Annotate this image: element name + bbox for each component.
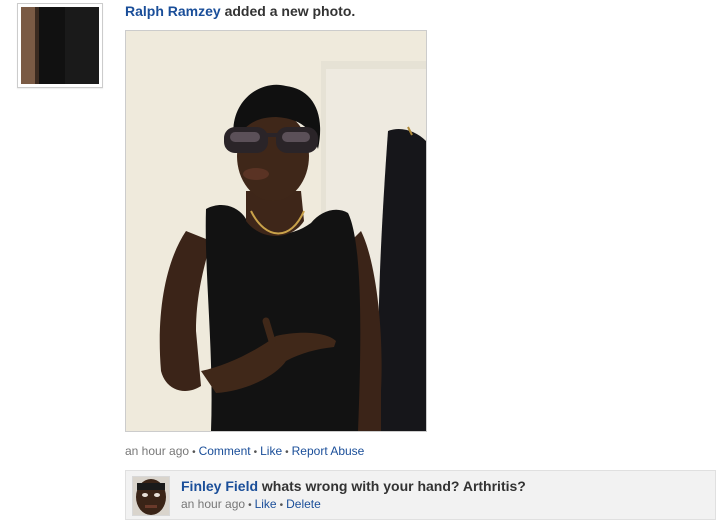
comment-meta: an hour ago • Like • Delete (181, 497, 321, 513)
poster-avatar-image (21, 7, 99, 84)
shared-photo[interactable] (125, 30, 427, 432)
meta-separator: • (192, 447, 196, 458)
comment-item: Finley Field whats wrong with your hand?… (125, 470, 716, 520)
comment-delete-link[interactable]: Delete (286, 497, 321, 511)
comment-timestamp: an hour ago (181, 497, 246, 511)
comment-like-link[interactable]: Like (255, 497, 277, 511)
poster-avatar[interactable] (17, 3, 103, 88)
commenter-avatar-image (133, 477, 169, 515)
story-headline: Ralph Ramzey added a new photo. (125, 3, 355, 20)
report-abuse-link[interactable]: Report Abuse (292, 444, 365, 458)
meta-separator: • (285, 447, 289, 458)
commenter-avatar[interactable] (132, 476, 170, 516)
comment-link[interactable]: Comment (199, 444, 251, 458)
comment-text-line: Finley Field whats wrong with your hand?… (181, 478, 526, 495)
comment-author-link[interactable]: Finley Field (181, 478, 258, 494)
story-action-text: added a new photo. (220, 3, 356, 19)
comment-meta-separator: • (279, 500, 284, 511)
meta-separator: • (253, 447, 258, 458)
comment-meta-separator: • (248, 500, 252, 511)
comment-body: whats wrong with your hand? Arthritis? (258, 478, 526, 494)
like-link[interactable]: Like (260, 444, 282, 458)
actor-name-link[interactable]: Ralph Ramzey (125, 3, 221, 19)
photo-meta: an hour ago • Comment • Like • Report Abuse (125, 444, 364, 460)
photo-timestamp: an hour ago (125, 444, 190, 458)
photo-image (126, 31, 426, 431)
